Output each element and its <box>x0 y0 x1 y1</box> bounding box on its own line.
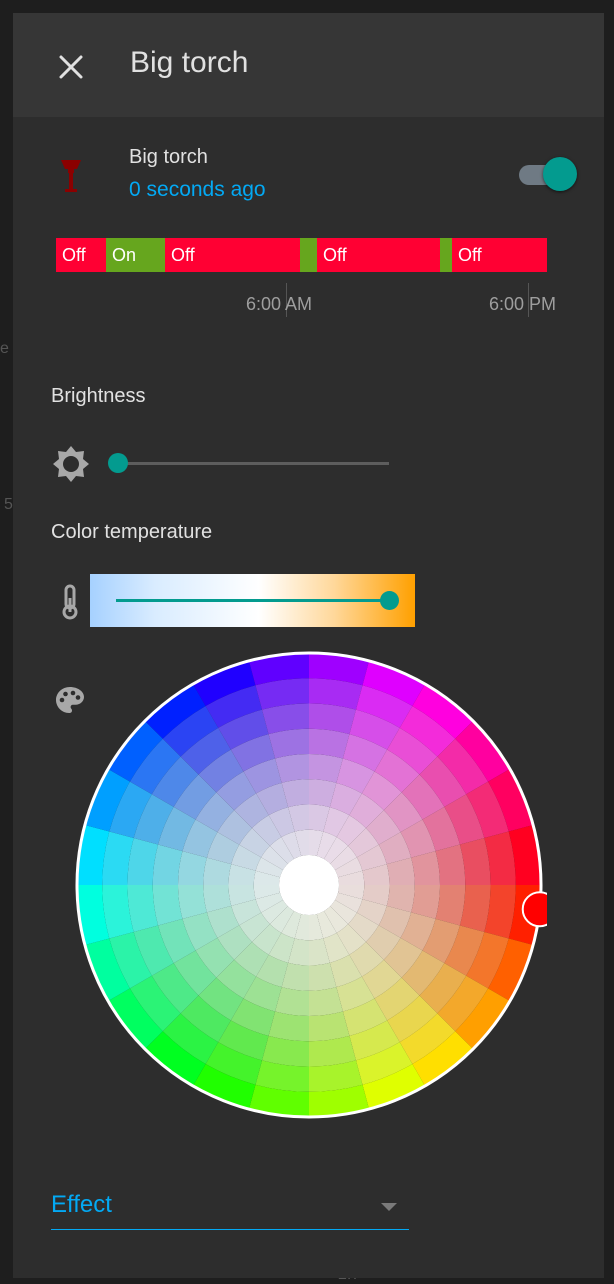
color-temp-slider-track <box>116 599 388 602</box>
color-wheel-marker[interactable] <box>521 891 547 928</box>
color-temp-label: Color temperature <box>51 521 213 543</box>
timeline-segment-label: Off <box>458 245 482 265</box>
more-info-dialog: Big torch Big torch 0 seconds ago Off On… <box>13 13 604 1278</box>
color-wheel-segment[interactable] <box>152 885 183 926</box>
timeline-tick-label: 6:00 AM <box>246 294 313 314</box>
power-toggle[interactable] <box>519 157 577 191</box>
brightness-slider-track[interactable] <box>117 462 389 465</box>
timeline-segment: Off <box>165 238 300 272</box>
brightness-label: Brightness <box>51 385 146 407</box>
color-wheel-segment[interactable] <box>152 844 183 885</box>
brightness-icon <box>53 446 89 482</box>
timeline-segment: On <box>106 238 165 272</box>
color-wheel-segment[interactable] <box>309 728 350 759</box>
dropdown-arrow-icon <box>381 1203 397 1211</box>
color-wheel-segment[interactable] <box>268 728 309 759</box>
color-wheel-segment[interactable] <box>268 1011 309 1042</box>
toggle-thumb <box>543 157 577 191</box>
effect-dropdown[interactable]: Effect <box>51 1181 409 1230</box>
dialog-header: Big torch <box>13 13 604 117</box>
effect-label: Effect <box>51 1191 112 1218</box>
color-wheel-segment[interactable] <box>435 885 466 926</box>
timeline-segment-label: Off <box>323 245 347 265</box>
brightness-slider-thumb[interactable] <box>108 453 128 473</box>
color-temp-slider-thumb[interactable] <box>380 591 399 610</box>
thermometer-icon <box>62 584 78 620</box>
timeline-tick-label: 6:00 PM <box>489 294 557 314</box>
background-fragment: e <box>0 340 9 357</box>
color-wheel-segment[interactable] <box>435 844 466 885</box>
color-wheel-center[interactable] <box>279 855 339 915</box>
timeline-segment-label: Off <box>171 245 195 265</box>
timeline-segment-label: Off <box>62 245 86 265</box>
timeline-segment: Off <box>56 238 106 272</box>
entity-name: Big torch <box>129 146 208 168</box>
torch-icon <box>61 160 81 192</box>
timeline-segment-label: On <box>112 245 137 265</box>
dialog-title: Big torch <box>130 46 249 79</box>
timeline-segment: Off <box>452 238 547 272</box>
background-fragment: 5 <box>4 496 13 513</box>
history-timeline[interactable]: Off On Off Off Off <box>56 238 547 272</box>
color-temp-slider[interactable] <box>90 574 415 627</box>
close-button[interactable] <box>51 47 91 87</box>
close-icon <box>59 55 83 79</box>
color-wheel[interactable] <box>71 647 547 1123</box>
color-wheel-segment[interactable] <box>309 1011 350 1042</box>
timeline-segment <box>440 238 452 272</box>
timeline-segment: Off <box>317 238 440 272</box>
last-changed-text: 0 seconds ago <box>129 178 266 201</box>
timeline-segment <box>300 238 317 272</box>
